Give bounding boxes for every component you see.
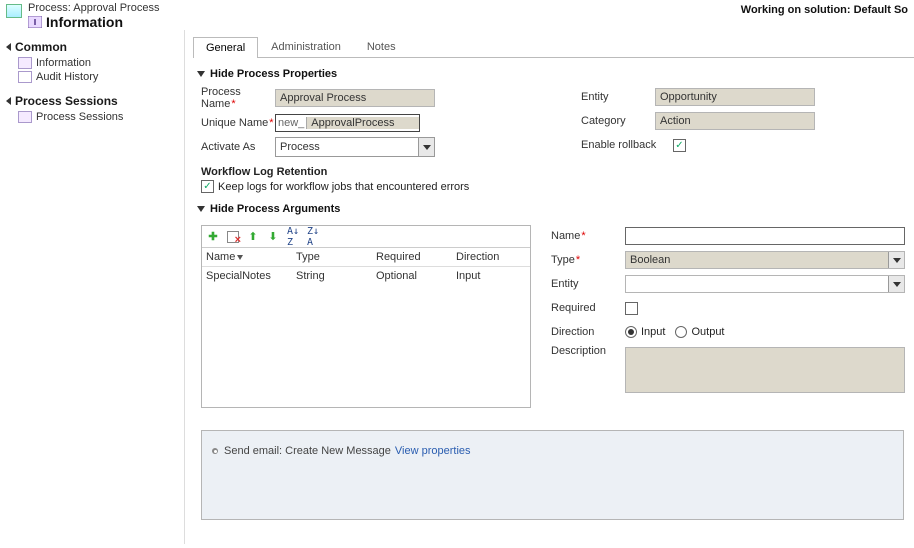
arg-direction-input-label: Input [641, 326, 665, 338]
sort-desc-button[interactable]: Z↓A [306, 230, 320, 244]
section-toggle-properties[interactable]: Hide Process Properties [197, 68, 914, 80]
enable-rollback-checkbox[interactable] [673, 139, 686, 152]
sessions-icon [18, 111, 32, 123]
step-bullet-icon [212, 448, 218, 454]
arg-direction-label: Direction [551, 326, 625, 338]
sidebar-item-information[interactable]: Information [0, 56, 184, 70]
solution-context: Working on solution: Default So [741, 2, 908, 30]
tab-general[interactable]: General [193, 37, 258, 58]
sidebar-section-common[interactable]: Common [0, 38, 184, 56]
keep-logs-checkbox[interactable] [201, 180, 214, 193]
caret-icon [6, 43, 11, 51]
information-icon [28, 16, 42, 28]
arg-entity-label: Entity [551, 278, 625, 290]
step-row[interactable]: Send email: Create New Message View prop… [212, 445, 893, 457]
keep-logs-label: Keep logs for workflow jobs that encount… [218, 181, 469, 193]
arg-description-input[interactable] [625, 347, 905, 393]
process-name-label: Process Name* [201, 86, 275, 110]
process-name-field[interactable]: Approval Process [275, 89, 435, 107]
tab-notes[interactable]: Notes [354, 36, 409, 57]
arg-name-input[interactable] [625, 227, 905, 245]
arg-direction-input-radio[interactable] [625, 326, 637, 338]
sort-asc-button[interactable]: A↓Z [286, 230, 300, 244]
grid-header-direction[interactable]: Direction [456, 251, 526, 263]
step-label: Send email: Create New Message [224, 445, 391, 457]
view-properties-link[interactable]: View properties [395, 445, 471, 457]
audit-icon [18, 71, 32, 83]
enable-rollback-label: Enable rollback [581, 139, 673, 151]
category-field: Action [655, 112, 815, 130]
page-title: Information [46, 14, 123, 30]
caret-icon [6, 97, 11, 105]
process-breadcrumb: Process: Approval Process [28, 2, 159, 14]
tab-strip: General Administration Notes [193, 36, 914, 58]
arg-required-label: Required [551, 302, 625, 314]
arg-entity-select[interactable] [625, 275, 905, 293]
arg-direction-output-label: Output [691, 326, 724, 338]
grid-header-name[interactable]: Name [206, 251, 296, 263]
arguments-grid: ✚ ⬆ ⬇ A↓Z Z↓A Name Type Required Directi… [201, 225, 531, 408]
entity-field: Opportunity [655, 88, 815, 106]
argument-row[interactable]: SpecialNotes String Optional Input [202, 267, 530, 285]
arg-required-checkbox[interactable] [625, 302, 638, 315]
arg-description-label: Description [551, 345, 625, 357]
sidebar-section-process-sessions[interactable]: Process Sessions [0, 92, 184, 110]
unique-name-field[interactable]: new_ ApprovalProcess [275, 114, 420, 132]
chevron-down-icon [888, 252, 904, 268]
chevron-down-icon [197, 71, 205, 77]
chevron-down-icon [888, 276, 904, 292]
unique-name-prefix: new_ [276, 117, 307, 129]
steps-designer: Send email: Create New Message View prop… [201, 430, 904, 520]
sidebar: Common Information Audit History Process… [0, 30, 185, 544]
add-argument-button[interactable]: ✚ [206, 230, 220, 244]
delete-argument-button[interactable] [226, 230, 240, 244]
information-icon [18, 57, 32, 69]
process-app-icon [6, 4, 22, 18]
arg-type-label: Type* [551, 254, 625, 266]
unique-name-label: Unique Name* [201, 117, 275, 129]
activate-as-label: Activate As [201, 141, 275, 153]
grid-header-required[interactable]: Required [376, 251, 456, 263]
entity-label: Entity [581, 91, 655, 103]
arg-type-select[interactable]: Boolean [625, 251, 905, 269]
tab-administration[interactable]: Administration [258, 36, 354, 57]
move-up-button[interactable]: ⬆ [246, 230, 260, 244]
chevron-down-icon [197, 206, 205, 212]
activate-as-select[interactable]: Process [275, 137, 435, 157]
move-down-button[interactable]: ⬇ [266, 230, 280, 244]
grid-header-type[interactable]: Type [296, 251, 376, 263]
arg-direction-output-radio[interactable] [675, 326, 687, 338]
category-label: Category [581, 115, 655, 127]
workflow-log-retention-header: Workflow Log Retention [201, 166, 553, 178]
chevron-down-icon [418, 138, 434, 156]
sidebar-item-audit-history[interactable]: Audit History [0, 70, 184, 84]
sidebar-item-process-sessions[interactable]: Process Sessions [0, 110, 184, 124]
arg-name-label: Name* [551, 230, 625, 242]
section-toggle-arguments[interactable]: Hide Process Arguments [197, 203, 914, 215]
